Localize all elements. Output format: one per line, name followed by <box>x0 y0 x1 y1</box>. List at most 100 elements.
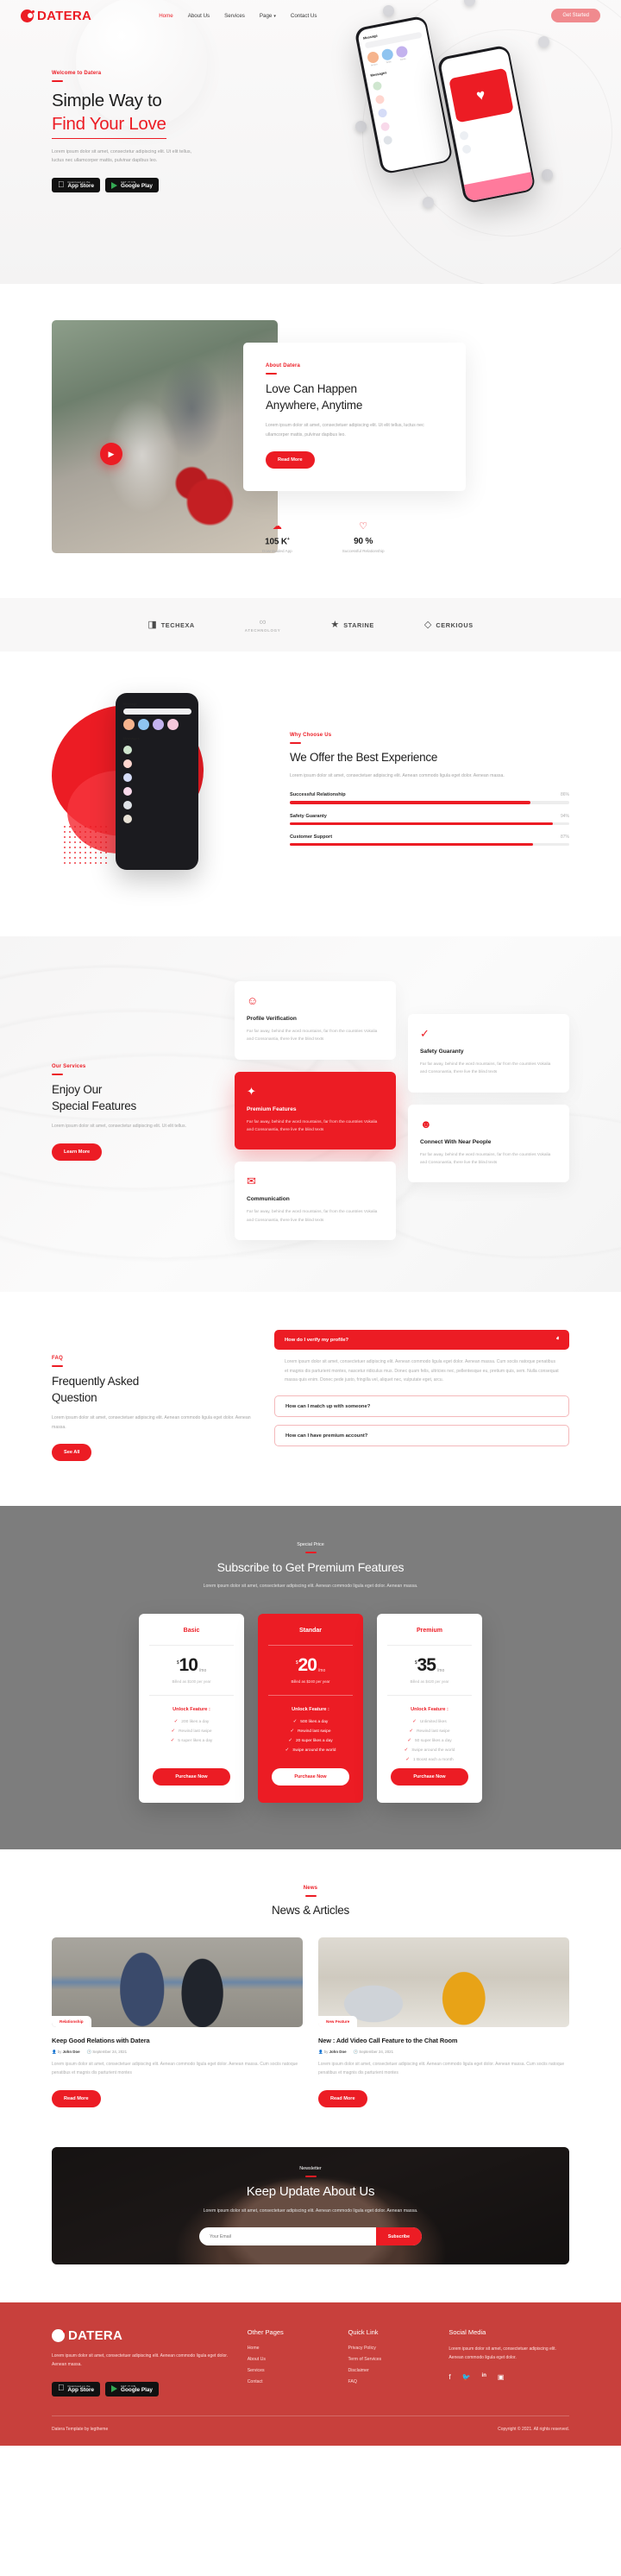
news-headline[interactable]: New : Add Video Call Feature to the Chat… <box>318 2037 569 2044</box>
footer-logo[interactable]: DATERA <box>52 2328 230 2343</box>
hero-store-buttons:  Download on the App Store GET IT ON Go… <box>52 178 569 192</box>
faq-eyebrow: FAQ <box>52 1356 252 1361</box>
brand-name: STARINE <box>343 621 374 629</box>
faq-question: How do I verify my profile? <box>285 1338 348 1343</box>
bar-percent: 94% <box>561 814 569 819</box>
feature-card-connect-near-people[interactable]: ☻ Connect With Near People Far far away,… <box>408 1105 569 1183</box>
footer-store-buttons:  Download on the App Store GET IT ON Go… <box>52 2382 230 2396</box>
instagram-icon[interactable]: ▣ <box>498 2373 505 2381</box>
hero-section: DATERA Home About Us Services Page ▾ Cont… <box>0 0 621 284</box>
nav-item-contact-us[interactable]: Contact Us <box>291 13 317 19</box>
app-store-button[interactable]:  Download on the App Store <box>52 2382 100 2396</box>
brand-name: ATECHNOLOGY <box>245 628 281 633</box>
app-store-big: App Store <box>68 184 95 190</box>
footer-link-home[interactable]: Home <box>248 2346 331 2351</box>
skill-bar-successful-relationship: Successful Relationship 86% <box>290 792 569 803</box>
logo[interactable]: DATERA <box>21 9 91 23</box>
features-eyebrow: Our Services <box>52 1064 221 1069</box>
twitter-icon[interactable]: 🐦 <box>462 2373 471 2381</box>
purchase-now-button[interactable]: Purchase Now <box>272 1768 349 1786</box>
news-read-more-button[interactable]: Read More <box>318 2090 367 2107</box>
site-footer: DATERA Lorem ipsum dolor sit amet, conse… <box>0 2302 621 2446</box>
divider <box>268 1695 353 1696</box>
main-navigation: DATERA Home About Us Services Page ▾ Cont… <box>0 0 621 31</box>
get-started-button[interactable]: Get Started <box>551 9 600 22</box>
footer-heading: Quick Link <box>348 2328 432 2336</box>
news-excerpt: Lorem ipsum dolor sit amet, consectetuer… <box>318 2061 569 2078</box>
newsletter-title: Keep Update About Us <box>199 2184 422 2199</box>
google-play-button[interactable]: GET IT ON Google Play <box>105 178 159 192</box>
purchase-now-button[interactable]: Purchase Now <box>391 1768 468 1786</box>
subscribe-button[interactable]: Subscribe <box>376 2227 422 2245</box>
plan-price: $ 10 /mo <box>149 1657 234 1674</box>
footer-link-disclaimer[interactable]: Disclaimer <box>348 2368 432 2373</box>
price-period: /mo <box>437 1668 444 1673</box>
footer-link-faq[interactable]: FAQ <box>348 2379 432 2384</box>
why-choose-us-section: Message Messages Why Choose Us We Offer … <box>0 652 621 936</box>
google-play-small: GET IT ON <box>121 180 153 184</box>
unlock-label: Unlock Feature : <box>149 1707 234 1712</box>
brand-atechnology: ∞ ATECHNOLOGY <box>245 618 281 633</box>
eyebrow-rule <box>305 1552 317 1553</box>
footer-link-services[interactable]: Services <box>248 2368 331 2373</box>
faq-question-header[interactable]: How do I verify my profile? ⱏ <box>274 1330 569 1350</box>
footer-description: Lorem ipsum dolor sit amet, consectetuer… <box>52 2352 230 2369</box>
features-paragraph: Lorem ipsum dolor sit amet, consectetur … <box>52 1122 221 1131</box>
plan-feature: ✓ Rewind last swipe <box>149 1729 234 1734</box>
nav-item-page[interactable]: Page ▾ <box>260 13 276 19</box>
about-title: Love Can Happen Anywhere, Anytime <box>266 381 443 413</box>
divider <box>387 1645 472 1646</box>
purchase-now-button[interactable]: Purchase Now <box>153 1768 230 1786</box>
hero-eyebrow: Welcome to Datera <box>52 71 569 76</box>
pricing-eyebrow: Special Price <box>52 1542 569 1547</box>
feature-card-premium-features[interactable]: ✦ Premium Features Far far away, behind … <box>235 1072 396 1150</box>
see-all-button[interactable]: See All <box>52 1444 91 1461</box>
eyebrow-rule <box>52 1074 63 1075</box>
footer-link-contact[interactable]: Contact <box>248 2379 331 2384</box>
footer-link-about-us[interactable]: About Us <box>248 2357 331 2362</box>
logo-text: DATERA <box>37 9 91 23</box>
feature-card-profile-verification[interactable]: ☺ Profile Verification Far far away, beh… <box>235 981 396 1060</box>
feature-card-safety-guaranty[interactable]: ✓ Safety Guaranty Far far away, behind t… <box>408 1014 569 1093</box>
nav-item-about-us[interactable]: About Us <box>188 13 210 19</box>
footer-link-term-of-services[interactable]: Term of Services <box>348 2357 432 2362</box>
plan-feature: ✓ 50 super likes a day <box>387 1738 472 1743</box>
phone-mockup-chat: Message Messages <box>116 693 198 870</box>
news-meta: 👤 by John Doe 🕑 September 24, 2021 <box>318 2050 569 2055</box>
plan-features: ✓ 200 likes a day ✓ Rewind last swipe ✓ 5 s… <box>149 1719 234 1743</box>
email-input[interactable] <box>199 2234 376 2239</box>
plan-feature: ✓ Rewind last swipe <box>268 1729 353 1734</box>
faq-question: How can I have premium account? <box>285 1433 367 1439</box>
check-icon: ✓ <box>290 1729 294 1734</box>
features-title: Enjoy Our Special Features <box>52 1082 221 1114</box>
linkedin-icon[interactable]: in <box>482 2373 486 2381</box>
about-read-more-button[interactable]: Read More <box>266 451 315 469</box>
footer-link-privacy-policy[interactable]: Privacy Policy <box>348 2346 432 2351</box>
feature-card-communication[interactable]: ✉ Communication Far far away, behind the… <box>235 1162 396 1240</box>
learn-more-button[interactable]: Learn More <box>52 1143 102 1161</box>
play-button[interactable]: ▶ <box>100 443 122 465</box>
hero-paragraph: Lorem ipsum dolor sit amet, consectetur … <box>52 148 195 165</box>
social-icons: f 🐦 in ▣ <box>448 2373 569 2381</box>
divider <box>149 1645 234 1646</box>
facebook-icon[interactable]: f <box>448 2373 450 2381</box>
faq-question-header[interactable]: How can I match up with someone? ⱟ <box>274 1395 569 1417</box>
nav-item-home[interactable]: Home <box>159 13 173 19</box>
decor-dot-grid <box>62 824 107 864</box>
hero-title: Simple Way to Find Your Love <box>52 89 569 139</box>
date-meta: 🕑 September 24, 2021 <box>87 2050 127 2055</box>
stat-successful-relationship: ♡ 90 % Successful Relationship <box>342 522 385 553</box>
news-eyebrow: News <box>52 1886 569 1891</box>
about-section: ▶ About Datera Love Can Happen Anywhere, … <box>0 284 621 598</box>
news-card-relationship: Relationship Keep Good Relations with Da… <box>52 1937 303 2107</box>
news-read-more-button[interactable]: Read More <box>52 2090 101 2107</box>
google-play-button[interactable]: GET IT ON Google Play <box>105 2382 159 2396</box>
check-icon: ✓ <box>174 1719 179 1724</box>
check-icon: ✓ <box>407 1738 411 1743</box>
faq-title: Frequently Asked Question <box>52 1374 252 1406</box>
nav-item-services[interactable]: Services <box>224 13 245 19</box>
faq-question-header[interactable]: How can I have premium account? ⱟ <box>274 1425 569 1446</box>
news-meta: 👤 by John Doe 🕑 September 24, 2021 <box>52 2050 303 2055</box>
app-store-button[interactable]:  Download on the App Store <box>52 178 100 192</box>
news-headline[interactable]: Keep Good Relations with Datera <box>52 2037 303 2044</box>
